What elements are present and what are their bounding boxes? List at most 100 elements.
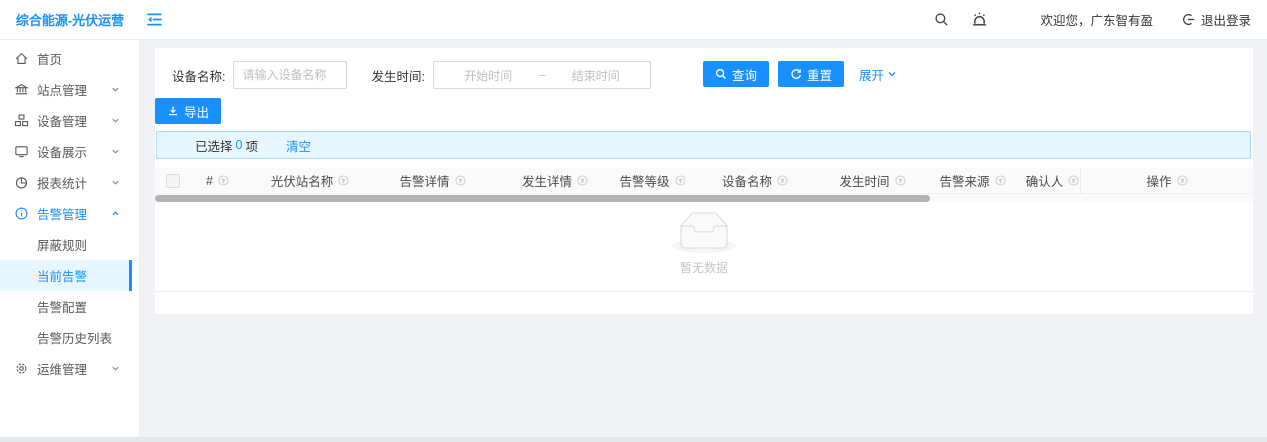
home-icon: [14, 51, 29, 66]
time-range-picker[interactable]: 开始时间 – 结束时间: [433, 61, 651, 89]
sidebar-subitem-shield-rules[interactable]: 屏蔽规则: [0, 229, 132, 260]
select-all-cell: [155, 168, 190, 194]
sidebar-subitem-alarm-config[interactable]: 告警配置: [0, 291, 132, 322]
refresh-icon: [790, 68, 802, 80]
selection-bar: 已选择 0 项 清空: [156, 131, 1251, 159]
filter-icon[interactable]: [995, 175, 1006, 186]
gear-icon: [14, 361, 29, 376]
welcome-text: 欢迎您，广东智有盈: [1040, 10, 1153, 29]
range-separator: –: [535, 68, 550, 82]
end-time-placeholder: 结束时间: [549, 67, 642, 84]
sidebar-item-label: 设备展示: [37, 142, 111, 161]
column-header-level: 告警等级: [620, 168, 685, 194]
filter-icon[interactable]: [1177, 175, 1188, 186]
sidebar-item-label: 设备管理: [37, 111, 111, 130]
chevron-up-icon: [111, 209, 120, 218]
sidebar-item-label: 报表统计: [37, 173, 111, 192]
sidebar-item-label: 首页: [37, 49, 120, 68]
menu-fold-icon[interactable]: [146, 11, 163, 28]
selection-count: 0: [233, 138, 246, 152]
chevron-down-icon: [111, 178, 120, 187]
sidebar-item-label: 站点管理: [37, 80, 111, 99]
start-time-placeholder: 开始时间: [442, 67, 535, 84]
filter-icon[interactable]: [455, 175, 466, 186]
sidebar-subitem-label: 告警历史列表: [37, 328, 112, 347]
info-circle-icon: [14, 206, 29, 221]
sidebar-item-home[interactable]: 首页: [0, 43, 132, 74]
search-icon[interactable]: [934, 12, 949, 27]
sidebar-subitem-current-alarms[interactable]: 当前告警: [0, 260, 132, 291]
display-icon: [14, 144, 29, 159]
table-header-row: # 光伏站名称 告警详情 发生详情: [155, 168, 1253, 194]
expand-link[interactable]: 展开: [859, 65, 897, 84]
empty-text: 暂无数据: [680, 259, 728, 276]
sidebar-item-label: 运维管理: [37, 359, 111, 378]
filter-icon[interactable]: [338, 175, 349, 186]
chevron-down-icon: [111, 147, 120, 156]
sidebar-subitem-label: 告警配置: [37, 297, 87, 316]
table-body: 暂无数据: [155, 202, 1253, 292]
chevron-down-icon: [111, 116, 120, 125]
filter-icon[interactable]: [577, 175, 588, 186]
scrollbar-thumb[interactable]: [155, 195, 930, 202]
sidebar-subitem-label: 屏蔽规则: [37, 235, 87, 254]
app-root: 综合能源-光伏运营 欢迎您，广东智有盈 退出登录 首页: [0, 0, 1267, 442]
chevron-down-icon: [111, 364, 120, 373]
sidebar: 首页 站点管理 设备管理 设备展示: [0, 40, 140, 437]
sidebar-item-label: 告警管理: [37, 204, 111, 223]
sidebar-item-alarms[interactable]: 告警管理: [0, 198, 132, 229]
chevron-down-icon: [111, 85, 120, 94]
logout-button[interactable]: 退出登录: [1181, 10, 1251, 29]
alarm-table: # 光伏站名称 告警详情 发生详情: [155, 168, 1253, 292]
sidebar-item-devices[interactable]: 设备管理: [0, 105, 132, 136]
column-header-device: 设备名称: [685, 168, 825, 194]
logout-label: 退出登录: [1201, 10, 1251, 29]
column-header-station: 光伏站名称: [245, 168, 375, 194]
column-header-time: 发生时间: [825, 168, 920, 194]
device-cluster-icon: [14, 113, 29, 128]
sidebar-subitem-alarm-history[interactable]: 告警历史列表: [0, 322, 132, 353]
filter-icon[interactable]: [218, 175, 229, 186]
sidebar-item-display[interactable]: 设备展示: [0, 136, 132, 167]
column-header-actions: 操作: [1080, 168, 1253, 194]
sidebar-subitem-label: 当前告警: [37, 266, 87, 285]
search-icon: [715, 68, 727, 80]
reset-button[interactable]: 重置: [778, 61, 844, 87]
sidebar-item-ops[interactable]: 运维管理: [0, 353, 132, 384]
filter-buttons: 查询 重置 展开: [703, 61, 897, 87]
app-logo[interactable]: 综合能源-光伏运营: [0, 10, 140, 29]
pie-chart-icon: [14, 175, 29, 190]
sidebar-item-reports[interactable]: 报表统计: [0, 167, 132, 198]
query-button[interactable]: 查询: [703, 61, 769, 87]
download-icon: [167, 105, 179, 117]
top-header: 综合能源-光伏运营 欢迎您，广东智有盈 退出登录: [0, 0, 1267, 40]
filter-icon[interactable]: [1068, 175, 1079, 186]
device-name-input[interactable]: [233, 61, 347, 89]
export-button[interactable]: 导出: [155, 98, 221, 124]
filter-icon[interactable]: [895, 175, 906, 186]
filter-icon[interactable]: [675, 175, 685, 186]
column-header-index: #: [190, 168, 245, 194]
horizontal-scrollbar: [155, 194, 1253, 202]
occur-time-label: 发生时间:: [371, 66, 424, 85]
bank-icon: [14, 82, 29, 97]
chevron-down-icon: [887, 69, 897, 79]
filter-form: 设备名称: 发生时间: 开始时间 – 结束时间: [172, 61, 651, 89]
header-actions: 欢迎您，广东智有盈 退出登录: [934, 10, 1267, 29]
column-header-occur-detail: 发生详情: [490, 168, 620, 194]
logout-icon: [1181, 12, 1196, 27]
selection-prefix: 已选择: [195, 136, 233, 155]
column-header-alarm-detail: 告警详情: [375, 168, 490, 194]
column-header-source: 告警来源: [920, 168, 1025, 194]
main-content: 设备名称: 发生时间: 开始时间 – 结束时间 查询 重置: [140, 40, 1267, 442]
column-header-confirmer: 确认人: [1025, 168, 1080, 194]
device-name-label: 设备名称:: [172, 66, 225, 85]
filter-icon[interactable]: [777, 175, 788, 186]
alarm-bell-icon[interactable]: [971, 11, 988, 28]
selection-unit: 项: [245, 136, 258, 155]
sidebar-item-sites[interactable]: 站点管理: [0, 74, 132, 105]
bottom-strip: [0, 437, 1267, 442]
content-card: 设备名称: 发生时间: 开始时间 – 结束时间 查询 重置: [155, 48, 1253, 314]
select-all-checkbox[interactable]: [166, 174, 180, 188]
clear-selection-link[interactable]: 清空: [286, 136, 311, 155]
